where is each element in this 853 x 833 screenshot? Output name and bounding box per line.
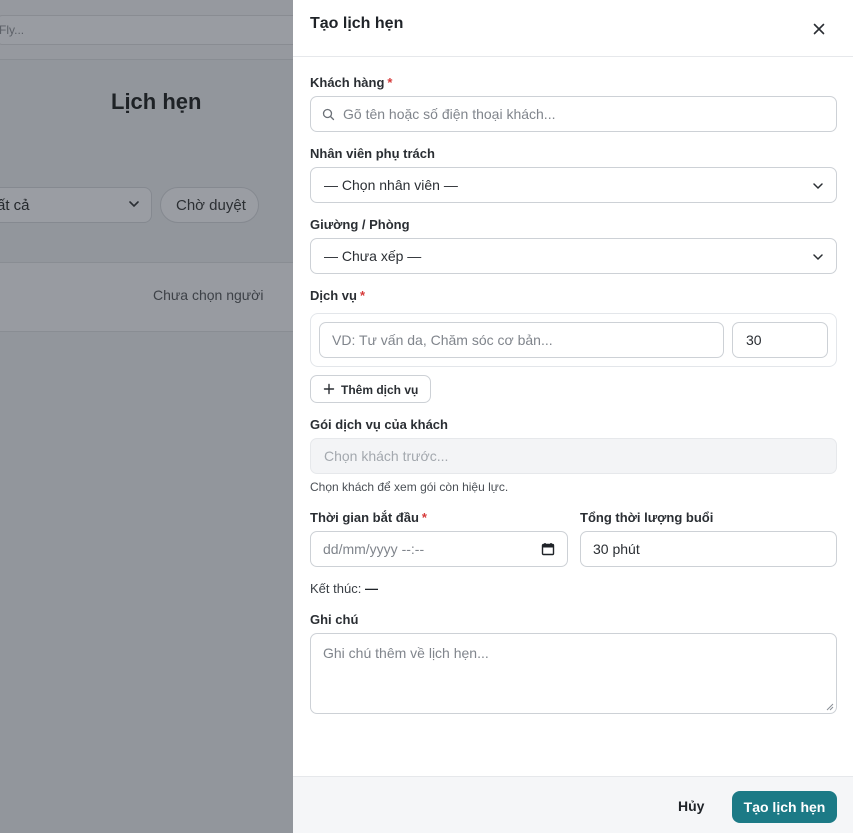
package-select: Chọn khách trước... bbox=[310, 438, 837, 474]
service-label: Dịch vụ * bbox=[310, 288, 365, 303]
package-label: Gói dịch vụ của khách bbox=[310, 417, 448, 432]
start-time-placeholder: dd/mm/yyyy --:-- bbox=[323, 541, 425, 557]
customer-label-text: Khách hàng bbox=[310, 75, 385, 90]
service-label-text: Dịch vụ bbox=[310, 288, 357, 303]
note-textarea[interactable]: Ghi chú thêm về lịch hẹn... bbox=[310, 633, 837, 714]
background-page: Fly... Lịch hẹn ất cả Chờ duyệt Chưa chọ… bbox=[0, 0, 293, 833]
package-placeholder: Chọn khách trước... bbox=[324, 448, 449, 464]
create-appointment-button[interactable]: Tạo lịch hẹn bbox=[732, 791, 837, 823]
end-time-label: Kết thúc: bbox=[310, 581, 362, 596]
background-search: Fly... bbox=[0, 15, 293, 45]
add-service-label: Thêm dịch vụ bbox=[341, 383, 419, 397]
drawer-footer: Hủy Tạo lịch hẹn bbox=[293, 776, 853, 833]
service-duration-value: 30 bbox=[746, 332, 762, 348]
close-button[interactable] bbox=[808, 18, 830, 40]
room-label: Giường / Phòng bbox=[310, 217, 410, 232]
required-marker: * bbox=[387, 75, 393, 90]
room-select-value: — Chưa xếp — bbox=[324, 248, 422, 264]
total-duration-value: 30 phút bbox=[593, 541, 640, 557]
background-filter-select: ất cả bbox=[0, 187, 152, 223]
service-name-placeholder: VD: Tư vấn da, Chăm sóc cơ bản... bbox=[332, 332, 553, 348]
required-marker: * bbox=[421, 510, 427, 525]
end-time-display: Kết thúc: — bbox=[310, 581, 378, 596]
customer-label: Khách hàng * bbox=[310, 75, 392, 90]
resize-handle-icon[interactable] bbox=[826, 703, 834, 711]
room-select[interactable]: — Chưa xếp — bbox=[310, 238, 837, 274]
background-page-title: Lịch hẹn bbox=[111, 89, 202, 114]
calendar-icon[interactable] bbox=[541, 542, 555, 556]
chevron-down-icon bbox=[813, 183, 823, 190]
chevron-down-icon bbox=[129, 201, 139, 208]
note-label: Ghi chú bbox=[310, 612, 359, 627]
staff-select[interactable]: — Chọn nhân viên — bbox=[310, 167, 837, 203]
create-appointment-drawer: Tạo lịch hẹn Khách hàng * Gõ tên hoặc số … bbox=[293, 0, 853, 833]
background-panel-text: Chưa chọn người bbox=[153, 287, 264, 303]
background-topbar: Fly... bbox=[0, 0, 293, 60]
package-hint: Chọn khách để xem gói còn hiệu lực. bbox=[310, 480, 509, 494]
background-filter-value: ất cả bbox=[0, 197, 30, 214]
start-time-label: Thời gian bắt đầu * bbox=[310, 510, 427, 525]
service-duration-input[interactable]: 30 bbox=[732, 322, 828, 358]
add-service-button[interactable]: Thêm dịch vụ bbox=[310, 375, 431, 403]
background-search-text: Fly... bbox=[0, 23, 25, 37]
drawer-title: Tạo lịch hẹn bbox=[310, 15, 404, 32]
total-duration-input[interactable]: 30 phút bbox=[580, 531, 837, 567]
total-duration-label: Tổng thời lượng buổi bbox=[580, 510, 714, 525]
plus-icon bbox=[323, 383, 335, 395]
staff-label: Nhân viên phụ trách bbox=[310, 146, 435, 161]
customer-search-input[interactable]: Gõ tên hoặc số điện thoại khách... bbox=[310, 96, 837, 132]
chevron-down-icon bbox=[813, 254, 823, 261]
staff-select-value: — Chọn nhân viên — bbox=[324, 177, 458, 193]
search-icon bbox=[322, 108, 335, 121]
background-filter-pill: Chờ duyệt bbox=[160, 187, 259, 223]
service-name-input[interactable]: VD: Tư vấn da, Chăm sóc cơ bản... bbox=[319, 322, 724, 358]
customer-search-placeholder: Gõ tên hoặc số điện thoại khách... bbox=[343, 106, 556, 122]
start-time-input[interactable]: dd/mm/yyyy --:-- bbox=[310, 531, 568, 567]
start-time-label-text: Thời gian bắt đầu bbox=[310, 510, 419, 525]
drawer-header: Tạo lịch hẹn bbox=[293, 0, 853, 57]
close-icon bbox=[813, 23, 825, 35]
required-marker: * bbox=[359, 288, 366, 303]
note-placeholder: Ghi chú thêm về lịch hẹn... bbox=[323, 645, 489, 661]
cancel-button[interactable]: Hủy bbox=[678, 798, 704, 814]
end-time-value: — bbox=[364, 581, 378, 596]
